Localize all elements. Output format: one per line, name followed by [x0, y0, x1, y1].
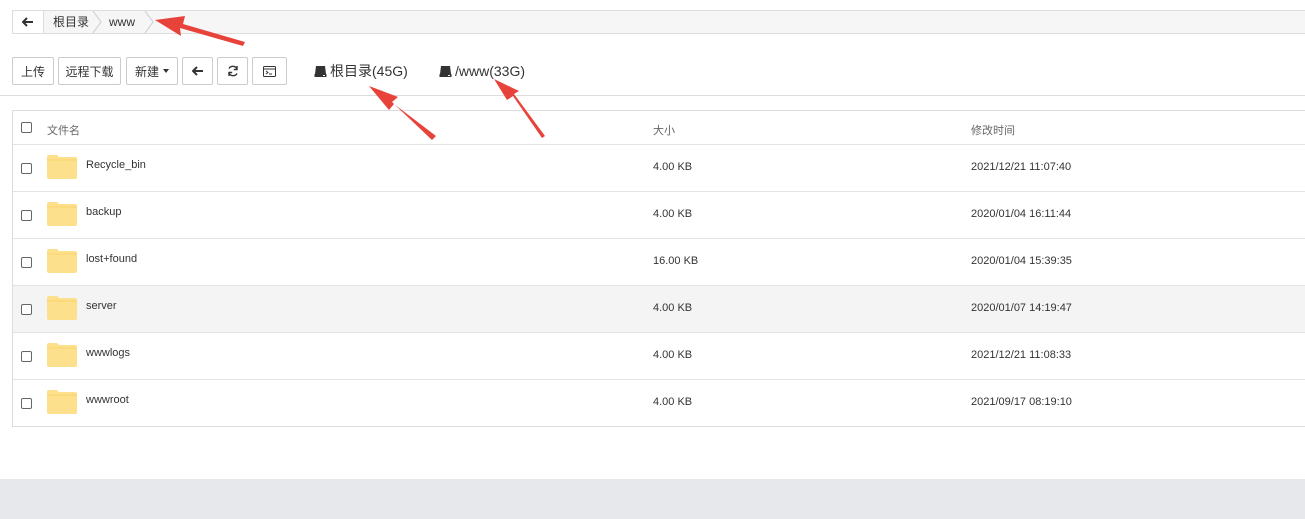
row-checkbox[interactable] — [21, 304, 32, 315]
file-modified: 2021/09/17 08:19:10 — [971, 396, 1072, 408]
caret-down-icon — [163, 69, 169, 73]
folder-icon — [47, 390, 77, 414]
file-modified: 2020/01/04 16:11:44 — [971, 208, 1072, 220]
arrow-left-icon — [22, 17, 33, 27]
breadcrumb: 根目录 www — [12, 10, 1305, 34]
folder-icon — [47, 249, 77, 273]
row-checkbox[interactable] — [21, 163, 32, 174]
terminal-icon — [263, 65, 276, 77]
disk-www-label: /www(33G) — [455, 63, 526, 79]
file-name[interactable]: server — [86, 300, 117, 312]
back-button[interactable] — [182, 57, 213, 85]
file-name[interactable]: Recycle_bin — [86, 159, 146, 171]
file-modified: 2021/12/21 11:07:40 — [971, 161, 1072, 173]
arrow-left-icon — [191, 66, 203, 76]
breadcrumb-item-root[interactable]: 根目录 — [53, 11, 89, 33]
disk-root[interactable]: 根目录(45G) — [314, 62, 408, 80]
refresh-icon — [227, 65, 238, 77]
table-row[interactable]: Recycle_bin 4.00 KB 2021/12/21 11:07:40 — [13, 144, 1305, 191]
file-modified: 2020/01/04 15:39:35 — [971, 255, 1072, 267]
remote-download-button[interactable]: 远程下载 — [58, 57, 121, 85]
row-checkbox[interactable] — [21, 398, 32, 409]
file-size: 16.00 KB — [653, 255, 699, 267]
table-row[interactable]: server 4.00 KB 2020/01/07 14:19:47 — [13, 285, 1305, 332]
hard-drive-icon — [314, 66, 327, 77]
header-size[interactable]: 大小 — [653, 122, 675, 138]
divider — [0, 95, 1305, 96]
file-name[interactable]: wwwlogs — [86, 347, 130, 359]
file-size: 4.00 KB — [653, 396, 693, 408]
refresh-button[interactable] — [217, 57, 248, 85]
table-row[interactable]: backup 4.00 KB 2020/01/04 16:11:44 — [13, 191, 1305, 238]
upload-button[interactable]: 上传 — [12, 57, 54, 85]
file-name[interactable]: lost+found — [86, 253, 137, 265]
file-table: 文件名 大小 修改时间 Recycle_bin 4.00 KB 2021/12/… — [12, 110, 1305, 427]
file-modified: 2021/12/21 11:08:33 — [971, 349, 1072, 361]
header-modified[interactable]: 修改时间 — [971, 122, 1015, 138]
new-dropdown-button[interactable]: 新建 — [126, 57, 178, 85]
file-size: 4.00 KB — [653, 302, 693, 314]
hard-drive-icon — [439, 66, 452, 77]
disk-root-label: 根目录(45G) — [330, 63, 408, 79]
file-size: 4.00 KB — [653, 208, 693, 220]
folder-icon — [47, 202, 77, 226]
table-row[interactable]: wwwroot 4.00 KB 2021/09/17 08:19:10 — [13, 379, 1305, 426]
file-size: 4.00 KB — [653, 349, 693, 361]
file-size: 4.00 KB — [653, 161, 693, 173]
table-row[interactable]: lost+found 16.00 KB 2020/01/04 15:39:35 — [13, 238, 1305, 285]
disk-www[interactable]: /www(33G) — [439, 62, 525, 80]
breadcrumb-separator-icon — [92, 11, 102, 33]
row-checkbox[interactable] — [21, 257, 32, 268]
folder-icon — [47, 343, 77, 367]
breadcrumb-separator-icon — [144, 11, 154, 33]
breadcrumb-item-www[interactable]: www — [109, 11, 135, 33]
row-checkbox[interactable] — [21, 351, 32, 362]
row-checkbox[interactable] — [21, 210, 32, 221]
remote-download-button-label: 远程下载 — [65, 64, 114, 79]
new-button-label: 新建 — [134, 64, 159, 79]
file-name[interactable]: backup — [86, 206, 121, 218]
select-all-checkbox[interactable] — [21, 122, 32, 133]
folder-icon — [47, 155, 77, 179]
footer-bar — [0, 479, 1305, 519]
table-header-row: 文件名 大小 修改时间 — [13, 111, 1305, 144]
folder-icon — [47, 296, 77, 320]
header-name[interactable]: 文件名 — [47, 122, 80, 138]
file-name[interactable]: wwwroot — [86, 394, 129, 406]
file-modified: 2020/01/07 14:19:47 — [971, 302, 1072, 314]
table-row[interactable]: wwwlogs 4.00 KB 2021/12/21 11:08:33 — [13, 332, 1305, 379]
terminal-button[interactable] — [252, 57, 287, 85]
breadcrumb-back-button[interactable] — [13, 11, 44, 33]
upload-button-label: 上传 — [20, 64, 45, 79]
